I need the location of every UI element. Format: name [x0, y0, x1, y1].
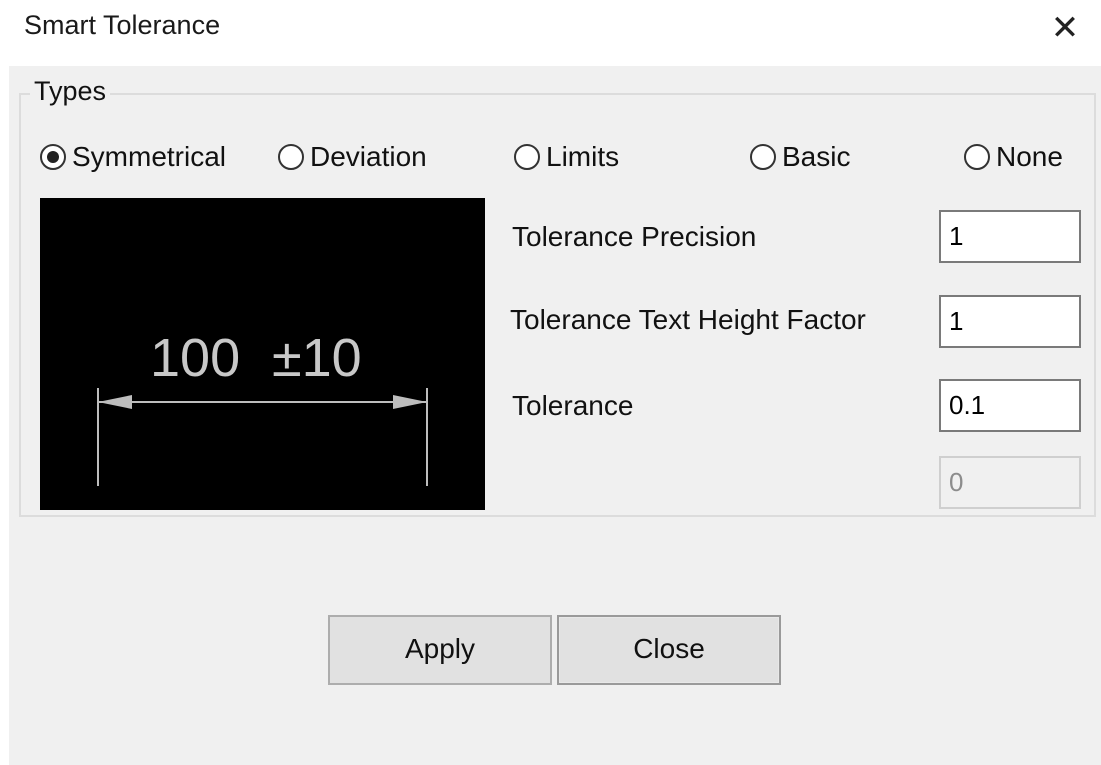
- dialog-client-area: Types Symmetrical Deviation Limits Basic…: [9, 66, 1101, 765]
- tolerance-label: Tolerance: [512, 390, 634, 421]
- tolerance-precision-field[interactable]: [939, 210, 1081, 263]
- radio-button-icon: [40, 144, 66, 170]
- preview-dimension-text: 100: [150, 328, 240, 388]
- radio-button-icon: [964, 144, 990, 170]
- tolerance-field[interactable]: [939, 379, 1081, 432]
- radio-selected-dot: [47, 151, 59, 163]
- radio-limits[interactable]: Limits: [514, 140, 619, 174]
- text-height-factor-field[interactable]: [939, 295, 1081, 348]
- radio-label-none: None: [996, 141, 1063, 172]
- dialog-title: Smart Tolerance: [24, 10, 221, 40]
- radio-label-limits: Limits: [546, 141, 620, 172]
- tolerance-precision-label: Tolerance Precision: [512, 221, 757, 252]
- radio-label-deviation: Deviation: [310, 141, 427, 172]
- radio-button-icon: [750, 144, 776, 170]
- apply-button[interactable]: Apply: [328, 615, 552, 685]
- radio-symmetrical[interactable]: Symmetrical: [40, 140, 226, 174]
- lower-tolerance-field: [939, 456, 1081, 509]
- types-group-legend: Types: [30, 76, 111, 107]
- radio-button-icon: [278, 144, 304, 170]
- radio-button-icon: [514, 144, 540, 170]
- radio-deviation[interactable]: Deviation: [278, 140, 427, 174]
- dimension-line-graphic: [97, 388, 428, 486]
- radio-label-symmetrical: Symmetrical: [72, 141, 227, 172]
- preview-tolerance-text: ±10: [272, 328, 362, 388]
- tolerance-preview: 100 ±10: [40, 198, 485, 510]
- title-bar[interactable]: Smart Tolerance ✕: [0, 0, 1101, 60]
- radio-basic[interactable]: Basic: [750, 140, 850, 174]
- close-icon[interactable]: ✕: [1043, 6, 1087, 50]
- smart-tolerance-dialog: Smart Tolerance ✕ Types Symmetrical Devi…: [0, 0, 1101, 765]
- close-button[interactable]: Close: [557, 615, 781, 685]
- radio-none[interactable]: None: [964, 140, 1063, 174]
- text-height-factor-label: Tolerance Text Height Factor: [510, 304, 866, 335]
- radio-label-basic: Basic: [782, 141, 851, 172]
